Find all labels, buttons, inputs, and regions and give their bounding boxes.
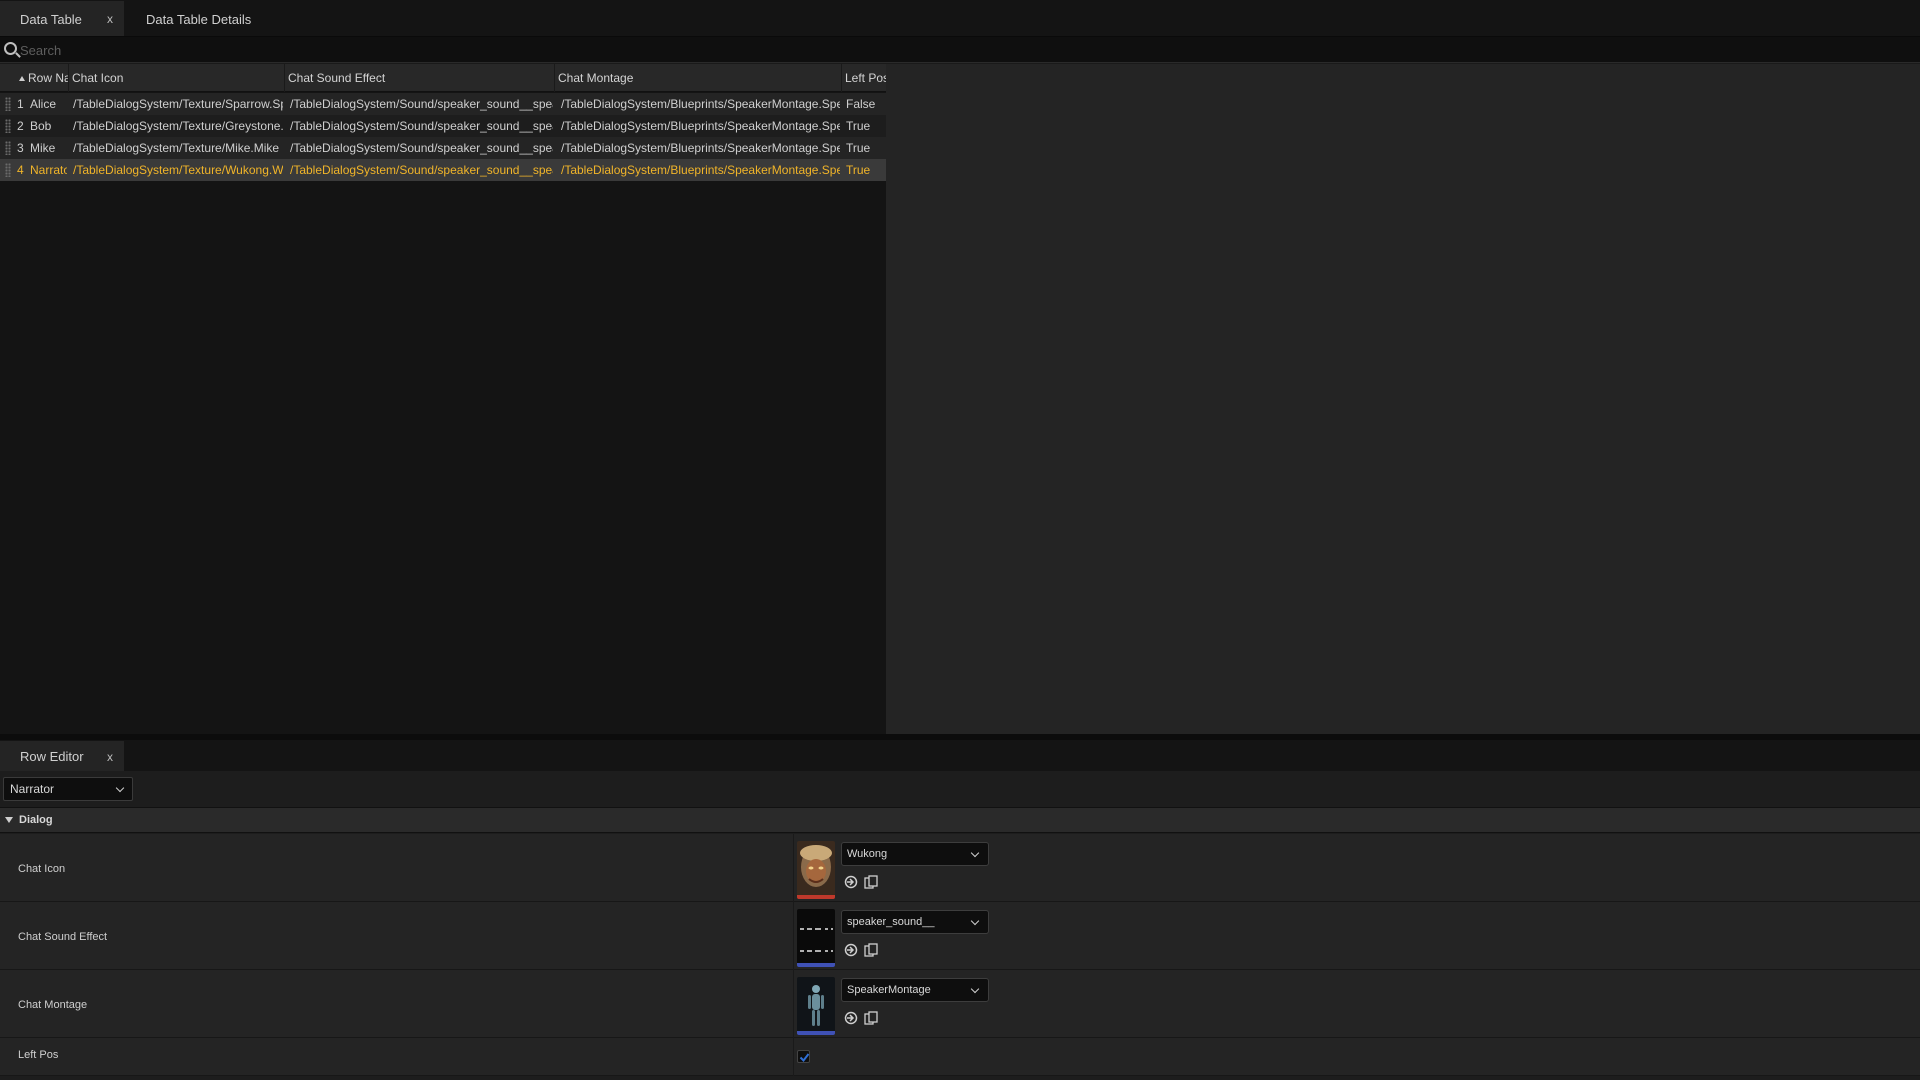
column-header-left-pos-label: Left Pos [845,71,886,85]
property-row-left-pos [0,1038,1920,1076]
drag-handle-icon[interactable] [5,119,11,133]
row-index: 3 [17,141,24,155]
left-pos-checkbox[interactable] [797,1050,810,1063]
property-label-chat-montage: Chat Montage [18,999,88,1011]
search-icon [4,42,17,55]
property-label-chat-icon: Chat Icon [18,863,66,875]
cell-chat-icon: /TableDialogSystem/Texture/Mike.Mike [73,141,280,155]
drag-handle-icon[interactable] [5,97,11,111]
row-name: Mike [30,141,56,155]
empty-panel [886,64,1920,734]
tab-data-table-label: Data Table [20,12,82,27]
column-header-row-name[interactable]: Row Nan [16,64,69,92]
browse-asset-icon[interactable] [864,875,878,889]
cell-left-pos: True [846,119,871,133]
asset-picker-value: SpeakerMontage [847,984,931,996]
row-name: Narrator [30,163,67,177]
column-header-chat-montage[interactable]: Chat Montage [555,64,842,92]
row-name: Alice [30,97,57,111]
drag-handle-icon[interactable] [5,163,11,177]
asset-picker-chat-sound-effect[interactable]: speaker_sound__ [841,910,989,934]
cell-chat-montage: /TableDialogSystem/Blueprints/SpeakerMon… [561,97,840,111]
row-name-dropdown[interactable]: Narrator [3,777,133,801]
asset-picker-chat-montage[interactable]: SpeakerMontage [841,978,989,1002]
tab-row-editor-close-button[interactable]: x [102,741,118,771]
use-selected-asset-icon[interactable] [844,875,858,889]
table-row[interactable]: 2 Bob /TableDialogSystem/Texture/Greysto… [0,115,886,137]
row-name-dropdown-value: Narrator [10,782,55,796]
column-header-chat-icon[interactable]: Chat Icon [69,64,285,92]
sound-wave-icon [797,909,835,967]
property-label-chat-sound-effect: Chat Sound Effect [18,931,108,943]
tab-data-table-details[interactable]: Data Table Details [126,1,266,36]
asset-thumbnail-sound[interactable] [797,909,835,967]
tab-data-table-details-label: Data Table Details [146,12,252,27]
cell-chat-icon: /TableDialogSystem/Texture/Wukong.Wukong [73,163,283,177]
property-divider [793,970,794,1038]
cell-chat-icon: /TableDialogSystem/Texture/Sparrow.Sparr… [73,97,283,111]
row-name: Bob [30,119,52,133]
browse-asset-icon[interactable] [864,943,878,957]
cell-chat-sound-effect: /TableDialogSystem/Sound/speaker_sound__… [290,141,553,155]
column-header-chat-montage-label: Chat Montage [558,71,634,85]
character-mannequin-icon [797,977,835,1035]
cell-left-pos: True [846,163,871,177]
cell-left-pos: True [846,141,871,155]
cell-chat-sound-effect: /TableDialogSystem/Sound/speaker_sound__… [290,97,553,111]
asset-picker-value: speaker_sound__ [847,916,935,928]
row-index: 4 [17,163,24,177]
cell-chat-sound-effect: /TableDialogSystem/Sound/speaker_sound__… [290,163,553,177]
row-editor-tab-bar [0,740,1920,771]
browse-asset-icon[interactable] [864,1011,878,1025]
sort-ascending-icon [19,76,25,81]
asset-thumbnail-montage[interactable] [797,977,835,1035]
column-header-chat-sound-effect[interactable]: Chat Sound Effect [285,64,555,92]
collapse-arrow-icon[interactable] [5,817,13,823]
search-input[interactable] [20,39,1910,61]
column-header-chat-icon-label: Chat Icon [72,71,124,85]
table-row[interactable]: 1 Alice /TableDialogSystem/Texture/Sparr… [0,93,886,115]
cell-chat-sound-effect: /TableDialogSystem/Sound/speaker_sound__… [290,119,553,133]
column-header-chat-sound-effect-label: Chat Sound Effect [288,71,386,85]
property-divider [793,1038,794,1076]
drag-handle-icon[interactable] [5,141,11,155]
cell-chat-icon: /TableDialogSystem/Texture/Greystone.Gre… [73,119,283,133]
cell-chat-montage: /TableDialogSystem/Blueprints/SpeakerMon… [561,141,840,155]
property-label-left-pos: Left Pos [18,1049,59,1061]
cell-chat-montage: /TableDialogSystem/Blueprints/SpeakerMon… [561,163,840,177]
checkmark-icon [799,1053,810,1063]
row-index: 2 [17,119,24,133]
asset-thumbnail-texture[interactable] [797,841,835,899]
wukong-portrait-icon [797,841,835,899]
column-header-row-name-label: Row Nan [28,71,68,85]
row-index: 1 [17,97,24,111]
cell-chat-montage: /TableDialogSystem/Blueprints/SpeakerMon… [561,119,840,133]
asset-picker-chat-icon[interactable]: Wukong [841,842,989,866]
tab-data-table-close-button[interactable]: x [102,1,118,36]
property-divider [793,834,794,902]
tab-bar [0,0,1920,37]
table-row-selected[interactable]: 4 Narrator /TableDialogSystem/Texture/Wu… [0,159,886,181]
use-selected-asset-icon[interactable] [844,1011,858,1025]
cell-left-pos: False [846,97,876,111]
tab-row-editor-label: Row Editor [20,749,84,764]
property-divider [793,902,794,970]
table-row[interactable]: 3 Mike /TableDialogSystem/Texture/Mike.M… [0,137,886,159]
section-header-dialog[interactable] [0,807,1920,833]
asset-picker-value: Wukong [847,848,888,860]
column-header-left-pos[interactable]: Left Pos [842,64,886,92]
use-selected-asset-icon[interactable] [844,943,858,957]
section-title: Dialog [19,814,53,826]
